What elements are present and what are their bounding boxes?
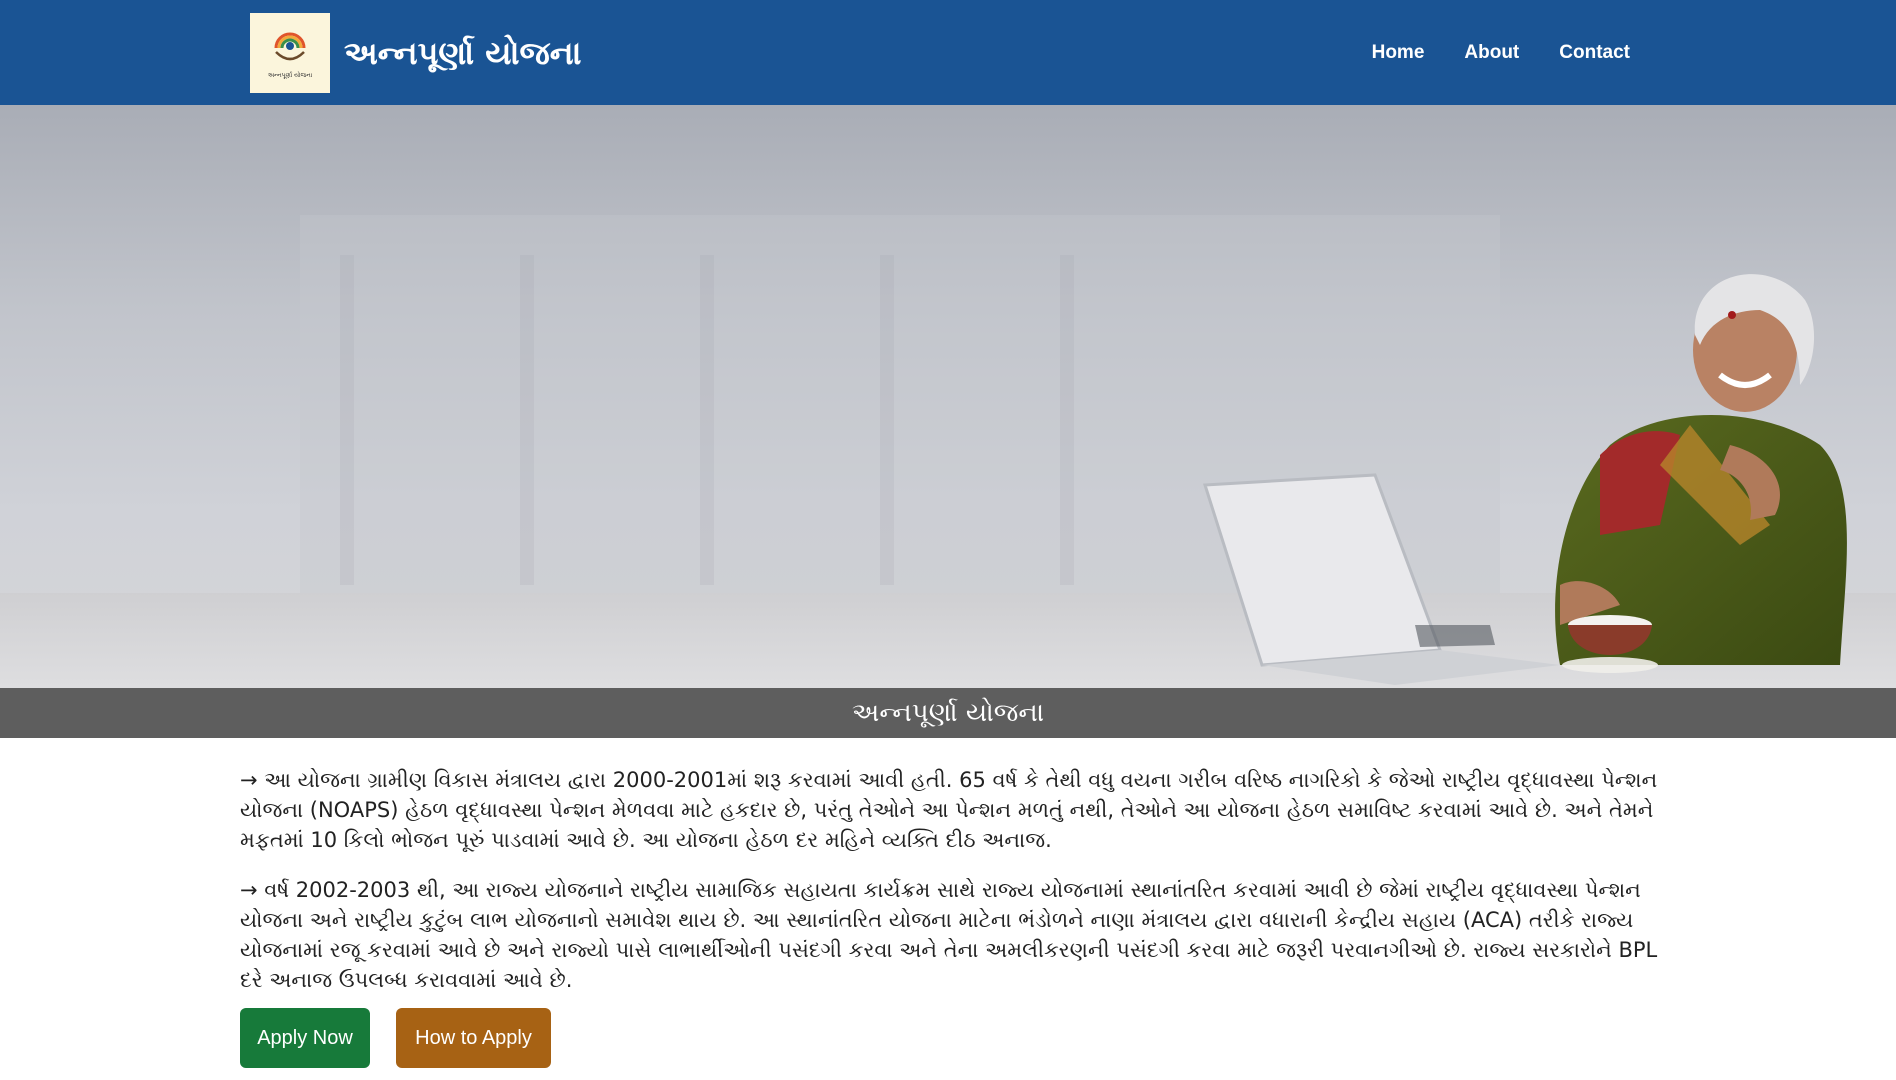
hero-banner (0, 105, 1896, 688)
action-buttons: Apply Now How to Apply (240, 1008, 577, 1068)
nav-about[interactable]: About (1464, 42, 1519, 64)
brand-title[interactable]: અન્નપૂર્ણા યોજના (344, 30, 581, 76)
logo-caption: અન્નપૂર્ણા યોજના (267, 72, 313, 79)
site-header: અન્નપૂર્ણા યોજના અન્નપૂર્ણા યોજના Home A… (0, 0, 1896, 105)
nav-contact[interactable]: Contact (1559, 42, 1630, 64)
how-to-apply-button[interactable]: How to Apply (396, 1008, 551, 1068)
site-logo[interactable]: અન્નપૂર્ણા યોજના (250, 13, 330, 93)
description-paragraph-1: → આ યોજના ગ્રામીણ વિકાસ મંત્રાલય દ્વારા … (240, 768, 1658, 852)
nav-home[interactable]: Home (1372, 42, 1425, 64)
hero-photo (0, 215, 1896, 688)
apply-now-button[interactable]: Apply Now (240, 1008, 370, 1068)
hero-caption-bar: અન્નપૂર્ણા યોજના (0, 688, 1896, 738)
scheme-description: → આ યોજના ગ્રામીણ વિકાસ મંત્રાલય દ્વારા … (240, 765, 1660, 1015)
hands-bowl-logo-icon (274, 32, 306, 61)
main-nav: Home About Contact (1332, 0, 1630, 105)
description-paragraph-2: → વર્ષ 2002-2003 થી, આ રાજ્ય યોજનાને રાષ… (240, 878, 1658, 992)
